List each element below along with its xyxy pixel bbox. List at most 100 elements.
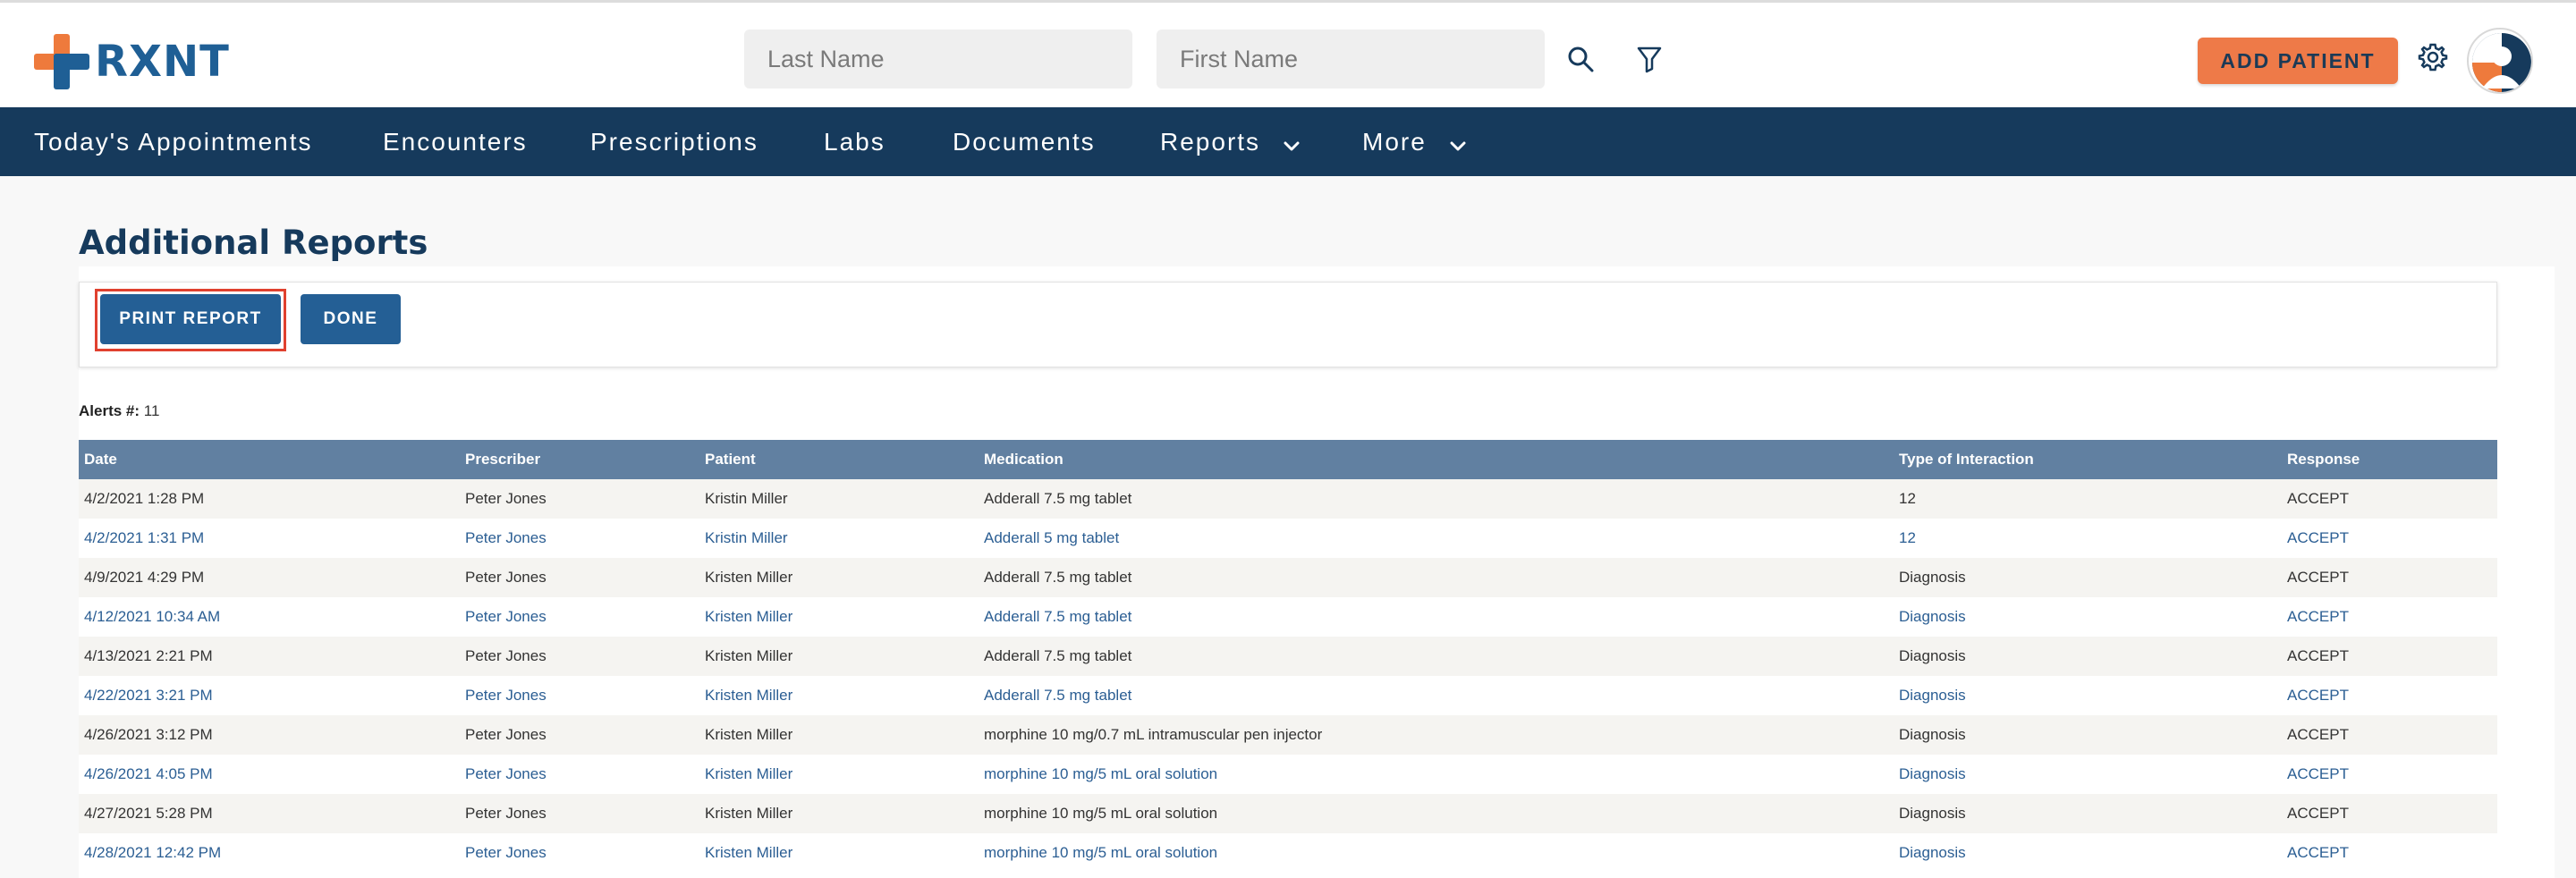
cell-prescriber: Peter Jones [460,833,699,873]
table-row[interactable]: 4/2/2021 1:28 PM Peter Jones Kristin Mil… [79,479,2497,519]
last-name-search-input[interactable] [744,30,1132,89]
cell-date: 4/2/2021 1:31 PM [79,519,460,558]
column-header-response[interactable]: Response [2282,440,2497,479]
cell-patient: Kristen Miller [699,755,979,794]
table-row[interactable]: 4/9/2021 4:29 PM Peter Jones Kristen Mil… [79,558,2497,597]
nav-item-todays-appointments[interactable]: Today's Appointments [34,107,313,176]
cell-prescriber: Peter Jones [460,637,699,676]
table-row[interactable]: 4/26/2021 4:05 PM Peter Jones Kristen Mi… [79,755,2497,794]
cell-response: ACCEPT [2282,715,2497,755]
cell-medication: Adderall 7.5 mg tablet [979,479,1894,519]
cell-date: 4/12/2021 10:34 AM [79,597,460,637]
alerts-value: 11 [143,402,160,419]
gear-icon[interactable] [2412,37,2453,78]
alerts-label: Alerts #: [79,402,140,419]
cell-response: ACCEPT [2282,637,2497,676]
cell-patient: Kristen Miller [699,597,979,637]
top-header: RXNT ADD PATIENT [0,0,2576,107]
cell-date: 4/26/2021 4:05 PM [79,755,460,794]
cell-interaction: Diagnosis [1894,794,2282,833]
cell-date: 4/27/2021 5:28 PM [79,794,460,833]
cell-medication: Adderall 7.5 mg tablet [979,676,1894,715]
nav-item-documents[interactable]: Documents [953,107,1096,176]
table-row[interactable]: 4/2/2021 1:31 PM Peter Jones Kristin Mil… [79,519,2497,558]
cell-response: ACCEPT [2282,755,2497,794]
alerts-report-table: Date Prescriber Patient Medication Type … [79,440,2497,873]
column-header-type-of-interaction[interactable]: Type of Interaction [1894,440,2282,479]
cell-prescriber: Peter Jones [460,519,699,558]
nav-item-encounters[interactable]: Encounters [383,107,528,176]
cell-prescriber: Peter Jones [460,479,699,519]
column-header-medication[interactable]: Medication [979,440,1894,479]
cell-medication: morphine 10 mg/5 mL oral solution [979,833,1894,873]
cell-date: 4/13/2021 2:21 PM [79,637,460,676]
nav-label: Prescriptions [590,128,758,156]
cell-date: 4/2/2021 1:28 PM [79,479,460,519]
cell-date: 4/22/2021 3:21 PM [79,676,460,715]
user-avatar-icon[interactable] [2467,28,2533,94]
nav-label: Encounters [383,128,528,156]
add-patient-button[interactable]: ADD PATIENT [2198,38,2398,84]
cell-prescriber: Peter Jones [460,597,699,637]
cell-medication: morphine 10 mg/5 mL oral solution [979,755,1894,794]
cell-prescriber: Peter Jones [460,794,699,833]
table-row[interactable]: 4/22/2021 3:21 PM Peter Jones Kristen Mi… [79,676,2497,715]
nav-label: More [1362,128,1427,156]
search-icon[interactable] [1560,38,1601,80]
table-row[interactable]: 4/27/2021 5:28 PM Peter Jones Kristen Mi… [79,794,2497,833]
cell-patient: Kristen Miller [699,676,979,715]
cell-response: ACCEPT [2282,833,2497,873]
nav-item-labs[interactable]: Labs [824,107,886,176]
cell-interaction: 12 [1894,479,2282,519]
cell-interaction: Diagnosis [1894,558,2282,597]
column-header-date[interactable]: Date [79,440,460,479]
cell-patient: Kristen Miller [699,715,979,755]
done-button[interactable]: DONE [301,294,401,344]
page-title: Additional Reports [79,224,428,262]
cell-patient: Kristen Miller [699,794,979,833]
cell-interaction: Diagnosis [1894,755,2282,794]
chevron-down-icon [1284,109,1300,178]
cell-interaction: Diagnosis [1894,676,2282,715]
cell-date: 4/26/2021 3:12 PM [79,715,460,755]
rxnt-logo[interactable]: RXNT [34,33,230,90]
first-name-search-input[interactable] [1157,30,1545,89]
cell-interaction: Diagnosis [1894,597,2282,637]
brand-name: RXNT [95,37,230,87]
table-row[interactable]: 4/13/2021 2:21 PM Peter Jones Kristen Mi… [79,637,2497,676]
print-report-button[interactable]: PRINT REPORT [100,294,281,344]
report-action-bar [79,282,2497,367]
table-header-row: Date Prescriber Patient Medication Type … [79,440,2497,479]
cell-patient: Kristin Miller [699,519,979,558]
nav-label: Reports [1160,128,1261,156]
cell-response: ACCEPT [2282,597,2497,637]
cell-medication: morphine 10 mg/0.7 mL intramuscular pen … [979,715,1894,755]
alerts-count: Alerts #: 11 [79,402,159,420]
cell-patient: Kristen Miller [699,637,979,676]
nav-item-more[interactable]: More [1362,107,1466,176]
nav-item-reports[interactable]: Reports [1160,107,1300,176]
cell-prescriber: Peter Jones [460,715,699,755]
cell-prescriber: Peter Jones [460,676,699,715]
cell-interaction: Diagnosis [1894,637,2282,676]
column-header-patient[interactable]: Patient [699,440,979,479]
cell-response: ACCEPT [2282,794,2497,833]
nav-label: Labs [824,128,886,156]
cell-medication: Adderall 5 mg tablet [979,519,1894,558]
cell-response: ACCEPT [2282,519,2497,558]
main-navigation: Today's Appointments Encounters Prescrip… [0,107,2576,176]
table-row[interactable]: 4/12/2021 10:34 AM Peter Jones Kristen M… [79,597,2497,637]
cell-response: ACCEPT [2282,558,2497,597]
cell-prescriber: Peter Jones [460,558,699,597]
nav-item-prescriptions[interactable]: Prescriptions [590,107,758,176]
chevron-down-icon [1450,109,1466,178]
column-header-prescriber[interactable]: Prescriber [460,440,699,479]
filter-icon[interactable] [1629,38,1670,80]
cell-response: ACCEPT [2282,479,2497,519]
cell-interaction: Diagnosis [1894,715,2282,755]
nav-label: Documents [953,128,1096,156]
table-row[interactable]: 4/28/2021 12:42 PM Peter Jones Kristen M… [79,833,2497,873]
cell-medication: morphine 10 mg/5 mL oral solution [979,794,1894,833]
table-row[interactable]: 4/26/2021 3:12 PM Peter Jones Kristen Mi… [79,715,2497,755]
cell-interaction: 12 [1894,519,2282,558]
